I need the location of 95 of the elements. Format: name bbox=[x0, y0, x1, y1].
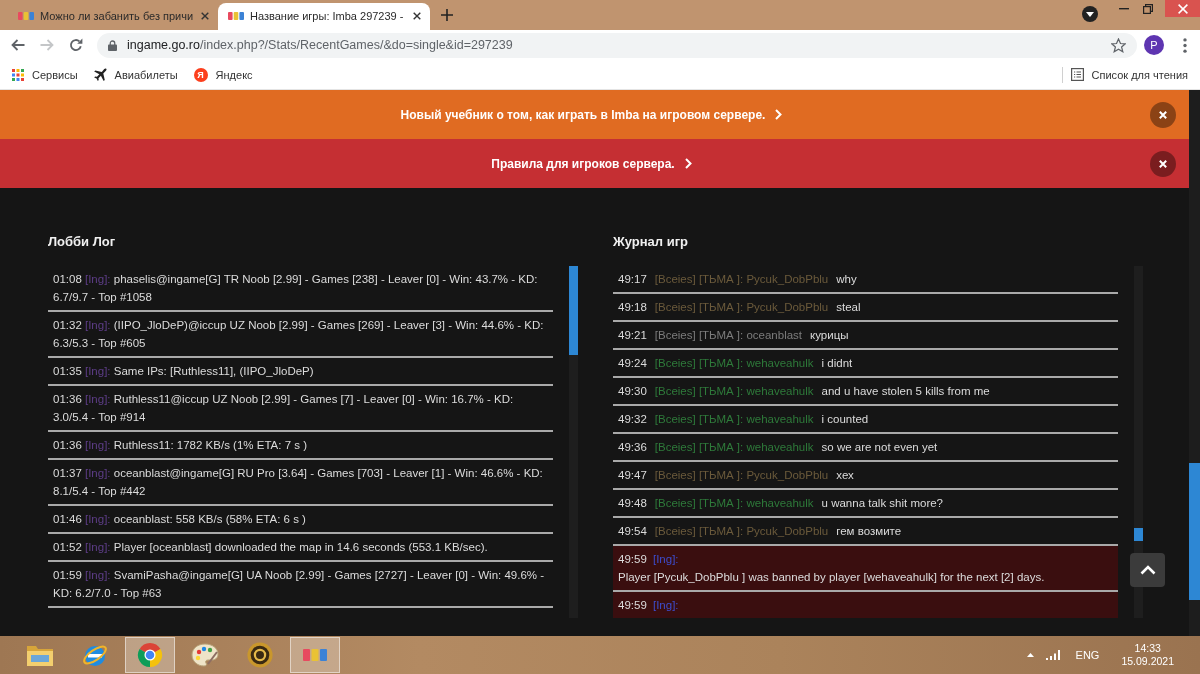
profile-avatar[interactable]: P bbox=[1144, 35, 1164, 55]
timestamp: 49:18 bbox=[618, 300, 647, 315]
tiles-icon bbox=[303, 649, 327, 661]
log-entry: 01:37 [Ing]: oceanblast@ingame[G] RU Pro [3.64] - Games [703] - Leaver [1] - Win: 46.6% - KD: 8.1/5.4 - Top #442 bbox=[48, 460, 553, 506]
back-icon[interactable] bbox=[11, 39, 25, 51]
chat-message: steal bbox=[836, 300, 861, 315]
chat-message: why bbox=[836, 272, 857, 287]
close-window-button[interactable] bbox=[1165, 0, 1200, 17]
apps-grid-icon bbox=[12, 68, 24, 81]
player-name: [Bceies] [ТЬМА ]: oceanblast bbox=[654, 328, 803, 343]
chat-message: курицы bbox=[810, 328, 849, 343]
plus-icon bbox=[441, 9, 453, 21]
minimize-icon bbox=[1119, 8, 1129, 10]
section-title: Лобби Лог bbox=[48, 234, 117, 250]
player-name: [Bceies] [ТЬМА ]: wehaveahulk bbox=[654, 440, 814, 455]
chat-message: and u have stolen 5 kills from me bbox=[821, 384, 990, 399]
close-icon[interactable] bbox=[413, 11, 421, 20]
more-icon[interactable] bbox=[1183, 37, 1187, 53]
timestamp: 49:48 bbox=[618, 496, 647, 511]
restore-icon bbox=[1143, 4, 1153, 14]
address-field[interactable]: ingame.go.ro/index.php?/Stats/RecentGames/&do=single&id=297239 bbox=[97, 32, 1137, 58]
timestamp: 49:17 bbox=[618, 272, 647, 287]
system-message: 49:59 [Ing]: Player [Pycuk_DobPblu ] was banned by player [wehaveahulk] for the next [2] days. bbox=[613, 546, 1118, 592]
caret-up-icon[interactable] bbox=[1026, 653, 1034, 657]
bookmark-link[interactable]: Я Яндекс bbox=[193, 67, 253, 82]
chat-message: u wanna talk shit more? bbox=[821, 496, 943, 511]
section-title: Журнал игр bbox=[613, 234, 690, 250]
player-name: [Bceies] [ТЬМА ]: Pycuk_DobPblu bbox=[654, 468, 829, 483]
bookmark-link[interactable]: Авиабилеты bbox=[93, 68, 178, 81]
scrollbar[interactable] bbox=[569, 266, 578, 618]
log-entry: 01:36 [Ing]: Ruthless11@iccup UZ Noob [2.99] - Games [7] - Leaver [0] - Win: 16.7% - KD: 3.0/5.4 - Top #914 bbox=[48, 386, 553, 432]
chevron-up-icon bbox=[1139, 565, 1156, 575]
timestamp: 49:54 bbox=[618, 524, 647, 539]
log-entry: 01:46 [Ing]: oceanblast: 558 KB/s (58% ETA: 6 s ) bbox=[48, 506, 553, 534]
scrollbar[interactable] bbox=[1134, 266, 1143, 618]
color-wheel-icon bbox=[137, 642, 163, 668]
log-entry: 01:32 [Ing]: (IIPO_JloDeP)@iccup UZ Noob [2.99] - Games [269] - Leaver [3] - Win: 44.6% - KD: 6.3/5.3 - Top #605 bbox=[48, 312, 553, 358]
lock-icon bbox=[108, 39, 117, 51]
palette-icon bbox=[191, 643, 219, 667]
timestamp: 49:47 bbox=[618, 468, 647, 483]
chat-message: гем возмите bbox=[836, 524, 902, 539]
timestamp: 49:30 bbox=[618, 384, 647, 399]
player-name: [Bceies] [ТЬМА ]: wehaveahulk bbox=[654, 496, 814, 511]
player-name: [Bceies] [ТЬМА ]: Pycuk_DobPblu bbox=[654, 300, 829, 315]
close-icon bbox=[1159, 159, 1167, 168]
timestamp: 49:24 bbox=[618, 356, 647, 371]
player-name: [Bceies] [ТЬМА ]: wehaveahulk bbox=[654, 356, 814, 371]
bookmark-link[interactable]: Сервисы bbox=[12, 68, 78, 81]
player-name: [Bceies] [ТЬМА ]: Pycuk_DobPblu bbox=[654, 272, 829, 287]
scrollbar-thumb[interactable] bbox=[569, 266, 578, 355]
star-icon[interactable] bbox=[1111, 37, 1126, 53]
caret-icon bbox=[1086, 11, 1094, 17]
signal-icon[interactable] bbox=[1045, 650, 1060, 660]
new-tab-button[interactable] bbox=[440, 8, 454, 22]
scroll-top-button[interactable] bbox=[1130, 553, 1165, 587]
log-entry: 01:08 [Ing]: phaselis@ingame[G] TR Noob [2.99] - Games [238] - Leaver [0] - Win: 43.7% - KD: 6.7/9.7 - Top #1058 bbox=[48, 266, 553, 312]
player-name: [Bceies] [ТЬМА ]: wehaveahulk bbox=[654, 412, 814, 427]
system-message: 49:59 [Ing]: bbox=[613, 592, 1118, 618]
log-entry: 01:59 [Ing]: SvamiPasha@ingame[G] UA Noob [2.99] - Games [2727] - Leaver [0] - Win: 49.6% - KD: 6.2/7.0 - Top #63 bbox=[48, 562, 553, 608]
timestamp: 49:36 bbox=[618, 440, 647, 455]
emblem-icon bbox=[247, 642, 273, 668]
reading-list-button[interactable]: Список для чтения bbox=[1070, 68, 1188, 81]
close-button[interactable] bbox=[1150, 150, 1176, 177]
player-name: [Bceies] [ТЬМА ]: Pycuk_DobPblu bbox=[654, 524, 829, 539]
plane-icon bbox=[93, 68, 107, 81]
timestamp: 49:32 bbox=[618, 412, 647, 427]
browser-tab[interactable]: Можно ли забанить без причи bbox=[8, 3, 218, 30]
banner-link[interactable]: Правила для игроков сервера. bbox=[491, 156, 692, 171]
log-entry: 01:52 [Ing]: Player [oceanblast] downloaded the map in 14.6 seconds (553.1 KB/sec). bbox=[48, 534, 553, 562]
close-icon bbox=[1159, 110, 1167, 119]
scrollbar-thumb[interactable] bbox=[1189, 463, 1200, 600]
clock[interactable]: 14:33 15.09.2021 bbox=[1121, 642, 1174, 668]
player-name: [Bceies] [ТЬМА ]: wehaveahulk bbox=[654, 384, 814, 399]
tiles-icon bbox=[18, 11, 34, 20]
log-entry: 01:35 [Ing]: Same IPs: [Ruthless11], (IIPO_JloDeP) bbox=[48, 358, 553, 386]
close-icon bbox=[1177, 3, 1188, 14]
letter-badge-icon: Я bbox=[193, 67, 208, 82]
folder-icon bbox=[26, 643, 54, 667]
chat-message: i counted bbox=[821, 412, 869, 427]
chat-message: i didnt bbox=[821, 356, 853, 371]
tab-search-button[interactable] bbox=[1082, 6, 1098, 22]
list-icon bbox=[1070, 68, 1084, 81]
scrollbar[interactable] bbox=[1189, 90, 1200, 636]
language-indicator[interactable]: ENG bbox=[1075, 649, 1100, 661]
log-entry: 01:36 [Ing]: Ruthless11: 1782 KB/s (1% ETA: 7 s ) bbox=[48, 432, 553, 460]
scrollbar-thumb[interactable] bbox=[1134, 528, 1143, 541]
chevron-icon bbox=[775, 109, 783, 120]
close-button[interactable] bbox=[1150, 101, 1176, 128]
reload-icon[interactable] bbox=[69, 38, 83, 52]
chat-message: хех bbox=[836, 468, 854, 483]
tiles-icon bbox=[228, 11, 244, 20]
browser-tab[interactable]: Название игры: Imba 297239 - bbox=[218, 3, 430, 30]
chat-message: so we are not even yet bbox=[821, 440, 938, 455]
timestamp: 49:21 bbox=[618, 328, 647, 343]
chevron-icon bbox=[684, 158, 692, 169]
